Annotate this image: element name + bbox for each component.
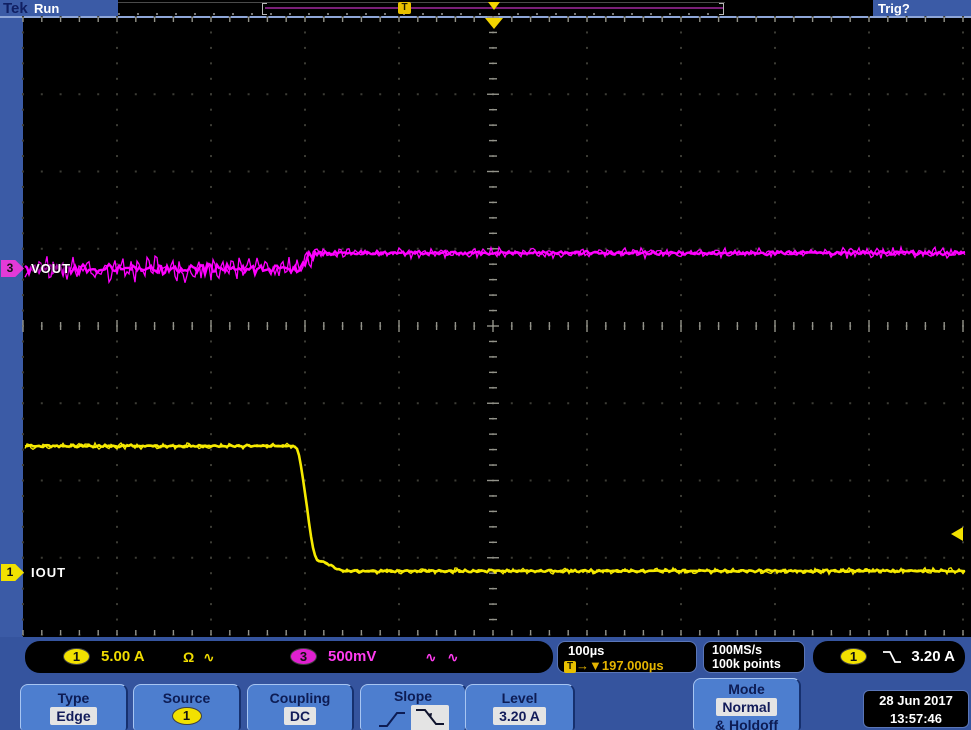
falling-slope-selected-chip [411,705,449,730]
delay-value: 197.000µs [602,658,664,673]
slope-title: Slope [361,687,465,705]
tek-logo: Tek [3,0,28,17]
ch1-badge: 1 [63,648,90,665]
ch1-scale: 5.00 A [101,648,145,665]
record-view-left-bracket [262,3,267,15]
falling-edge-icon [881,649,903,665]
timebase-scale: 100µs [568,643,604,658]
menu-button-mode[interactable]: Mode Normal & Holdoff [693,678,801,730]
ch1-impedance-icon: Ω [183,649,194,665]
mode-title: Mode [694,680,799,698]
coupling-value: DC [284,707,316,725]
delay-arrows-icon: →▼ [576,658,602,673]
trigger-delay-readout: T→▼197.000µs [564,658,664,673]
acquisition-status: Run [34,1,59,16]
ch3-filter-icon: ∿ [447,649,459,666]
left-bezel-strip [0,18,23,637]
vout-trace-label: VOUT [31,261,71,276]
source-title: Source [134,689,239,707]
record-view-ticks [118,13,725,15]
type-value: Edge [50,707,96,725]
mode-value: Normal [716,698,776,716]
coupling-title: Coupling [248,689,352,707]
menu-button-type[interactable]: Type Edge [20,684,128,730]
channel-readout-bar[interactable]: 1 5.00 A Ω ∿ 3 500mV ∿ ∿ [25,641,553,673]
trigger-readout[interactable]: 1 3.20 A [813,641,965,673]
sample-rate: 100MS/s [712,643,762,657]
iout-trace-label: IOUT [31,565,66,580]
record-trigger-t-icon: T [398,2,411,14]
vout-trace-spikes [25,247,965,282]
type-title: Type [21,689,126,707]
trigger-level-arrow-icon [951,527,963,541]
acquisition-readout[interactable]: 100MS/s 100k points [703,641,805,673]
trigger-level-value: 3.20 A [911,648,955,665]
level-value: 3.20 A [493,707,546,725]
datetime-display: 28 Jun 2017 13:57:46 [863,690,969,728]
ch3-badge: 3 [290,648,317,665]
record-length: 100k points [712,657,781,671]
iout-trace [25,445,965,573]
source-channel-badge: 1 [172,707,202,725]
ch3-scale: 500mV [328,648,376,665]
delay-t-icon: T [564,661,576,673]
falling-slope-icon [413,706,447,728]
rising-slope-icon [377,707,407,729]
horizontal-readout[interactable]: 100µs T→▼197.000µs [557,641,697,673]
trigger-position-marker-icon [485,18,503,29]
graticule-and-traces [0,0,971,640]
menu-button-level[interactable]: Level 3.20 A [465,684,575,730]
mode-value2: & Holdoff [694,717,799,730]
level-title: Level [466,689,573,707]
date-text: 28 Jun 2017 [864,692,968,710]
trigger-status: Trig? [878,1,910,16]
ch1-filter-icon: ∿ [203,649,215,666]
graticule [22,16,964,636]
vout-trace [25,251,965,274]
menu-button-slope[interactable]: Slope [360,684,467,730]
record-view-top-edge [118,2,725,3]
time-text: 13:57:46 [864,710,968,728]
menu-button-source[interactable]: Source 1 [133,684,241,730]
iout-trace-spikes [25,443,965,575]
record-expansion-marker-icon [488,2,500,10]
trigger-source-badge: 1 [840,648,867,665]
ch3-coupling-icon: ∿ [425,649,437,666]
oscilloscope-screen: Tek Run Trig? T 3 VOUT 1 IOUT 1 5.00 A Ω… [0,0,971,730]
menu-button-coupling[interactable]: Coupling DC [247,684,354,730]
record-view-right-bracket [719,3,724,15]
